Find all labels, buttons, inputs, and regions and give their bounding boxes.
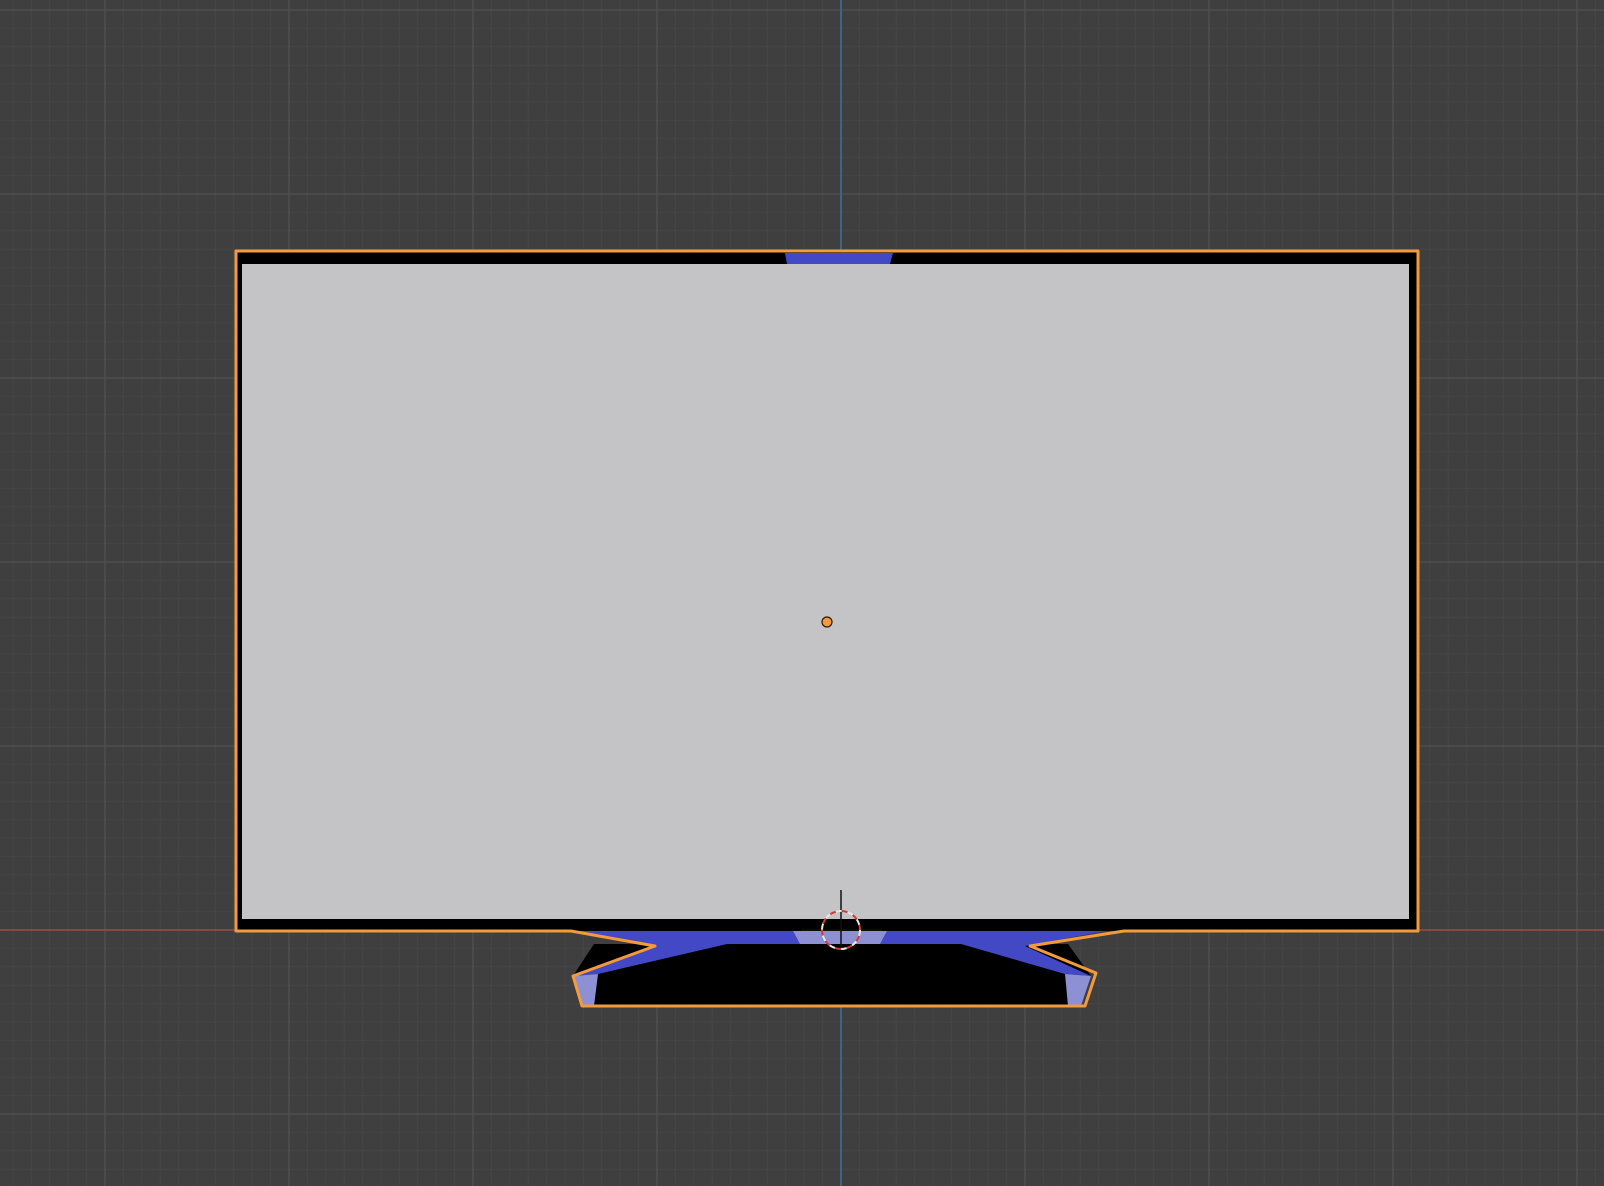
tv-mesh-object[interactable] — [234, 249, 1420, 1008]
viewport-canvas[interactable] — [0, 0, 1604, 1186]
tv-top-camera-notch — [785, 253, 893, 264]
object-origin-icon — [821, 616, 833, 628]
tv-screen-surface — [242, 264, 1409, 919]
3d-viewport[interactable] — [0, 0, 1604, 1186]
